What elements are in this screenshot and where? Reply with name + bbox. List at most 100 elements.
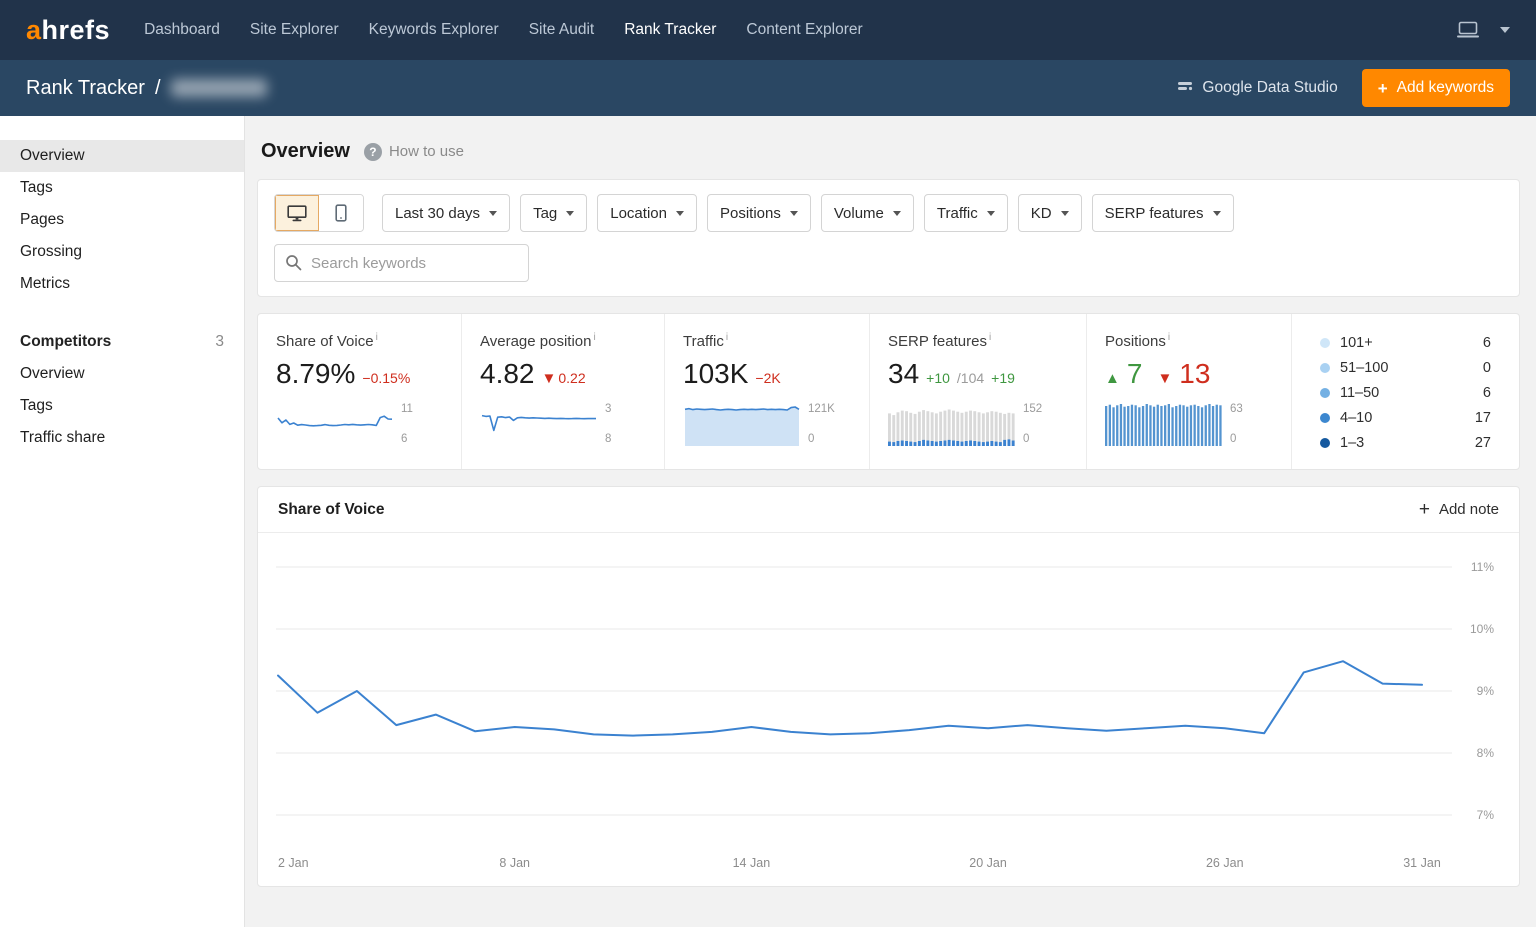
mobile-icon: [335, 204, 347, 222]
sidebar-item-pages[interactable]: Pages: [0, 204, 244, 236]
add-keywords-button[interactable]: + Add keywords: [1361, 69, 1510, 107]
legend-value: 6: [1482, 384, 1491, 401]
search-icon: [285, 254, 302, 276]
sidebar-competitors-item-overview[interactable]: Overview: [0, 358, 244, 390]
chevron-down-icon: [675, 210, 684, 216]
filter-label: SERP features: [1104, 204, 1204, 222]
plus-icon: +: [1418, 499, 1430, 520]
breadcrumb-separator: /: [154, 76, 161, 99]
sidebar-item-tags[interactable]: Tags: [0, 172, 244, 204]
filter-tag[interactable]: Tag: [520, 194, 588, 232]
desktop-app-icon[interactable]: [1456, 21, 1480, 39]
how-to-use-label: How to use: [388, 143, 464, 160]
how-to-use-link[interactable]: ? How to use: [363, 142, 464, 161]
nav-item-site-audit[interactable]: Site Audit: [529, 21, 595, 39]
filter-positions[interactable]: Positions: [706, 194, 811, 232]
chevron-down-icon: [789, 210, 798, 216]
legend-row-11-50[interactable]: 11–50 6: [1320, 380, 1491, 405]
project-name-blurred[interactable]: [170, 79, 267, 97]
sidebar-item-metrics[interactable]: Metrics: [0, 268, 244, 300]
filter-kd[interactable]: KD: [1017, 194, 1082, 232]
x-axis-tick: 26 Jan: [1206, 856, 1244, 870]
nav-item-content-explorer[interactable]: Content Explorer: [746, 21, 862, 39]
account-chevron-down-icon[interactable]: [1500, 27, 1510, 33]
metric-card-serp-features[interactable]: SERP features i 34 +10/104 +19 152 0: [870, 314, 1087, 469]
legend-label: 51–100: [1340, 359, 1389, 376]
share-of-voice-panel: Share of Voice + Add note 11% 10% 9% 8% 7% 2 …: [257, 486, 1520, 887]
x-axis-tick: 8 Jan: [499, 856, 530, 870]
metric-card-average-position[interactable]: Average position i 4.82 ▼ 0.22 3 8: [462, 314, 665, 469]
legend-dot: [1320, 337, 1330, 348]
chart-title: Share of Voice: [278, 500, 385, 518]
sparkline-max-label: 11: [401, 403, 413, 415]
sparkline-min-label: 8: [605, 433, 612, 445]
filter-label: KD: [1030, 204, 1052, 222]
filter-label: Positions: [719, 204, 781, 222]
help-icon: ?: [363, 142, 382, 161]
sidebar-item-overview[interactable]: Overview: [0, 140, 244, 172]
x-axis-tick: 31 Jan: [1403, 856, 1441, 870]
metric-delta: +10: [926, 370, 950, 386]
sidebar-competitors-item-tags[interactable]: Tags: [0, 390, 244, 422]
metric-value-row: ▲ 7 ▼ 13: [1105, 358, 1273, 390]
y-axis-tick: 10%: [1470, 622, 1494, 636]
metric-card-title: Share of Voice i: [276, 332, 378, 350]
legend-row-4-10[interactable]: 4–10 17: [1320, 405, 1491, 430]
breadcrumb: Rank Tracker /: [26, 77, 267, 100]
info-icon: i: [1167, 332, 1171, 343]
filter-volume[interactable]: Volume: [820, 194, 914, 232]
legend-dot: [1320, 362, 1330, 373]
filter-last-30-days[interactable]: Last 30 days: [382, 194, 511, 232]
nav-item-dashboard[interactable]: Dashboard: [144, 21, 220, 39]
positions-down-value: 13: [1179, 358, 1211, 389]
up-triangle-icon: ▲: [1105, 370, 1120, 387]
google-data-studio-link[interactable]: Google Data Studio: [1177, 79, 1338, 97]
legend-row-101[interactable]: 101+ 6: [1320, 330, 1491, 355]
metric-value-row: 34 +10/104 +19: [888, 358, 1068, 390]
search-keywords-input[interactable]: [274, 244, 529, 282]
sparkline-traffic: [684, 406, 800, 446]
desktop-icon: [287, 204, 307, 221]
sidebar-item-grossing[interactable]: Grossing: [0, 236, 244, 268]
x-axis-tick: 20 Jan: [969, 856, 1007, 870]
nav-item-keywords-explorer[interactable]: Keywords Explorer: [369, 21, 499, 39]
info-icon: i: [375, 332, 378, 343]
desktop-toggle-button[interactable]: [275, 195, 319, 231]
legend-label: 4–10: [1340, 409, 1373, 426]
nav-item-rank-tracker[interactable]: Rank Tracker: [624, 21, 716, 39]
page-title: Rank Tracker: [26, 76, 145, 99]
add-note-button[interactable]: + Add note: [1419, 500, 1499, 519]
sidebar-competitors-item-traffic-share[interactable]: Traffic share: [0, 422, 244, 454]
chevron-down-icon: [986, 210, 995, 216]
legend-row-51-100[interactable]: 51–100 0: [1320, 355, 1491, 380]
legend-dot: [1320, 387, 1330, 398]
ahrefs-logo[interactable]: ahrefs: [26, 15, 110, 46]
sparkline-row: 63 0: [1105, 402, 1273, 446]
add-note-label: Add note: [1438, 501, 1499, 518]
sparkline-row: 152 0: [888, 402, 1068, 446]
chevron-down-icon: [489, 210, 498, 216]
sparkline-max-label: 121K: [808, 403, 835, 415]
sparkline-scale-labels: 121K 0: [808, 402, 835, 446]
sparkline-average-position: [481, 414, 596, 432]
metric-card-share-of-voice[interactable]: Share of Voice i 8.79% −0.15% 11 6: [258, 314, 462, 469]
share-of-voice-chart[interactable]: 11% 10% 9% 8% 7% 2 Jan 8 Jan 14 Jan 20 Jan 26 Jan…: [276, 545, 1498, 877]
sparkline-max-label: 152: [1023, 403, 1043, 415]
metric-value: 4.82: [480, 358, 535, 389]
sidebar-competitors-heading: Competitors 3: [0, 326, 244, 358]
metric-card-traffic[interactable]: Traffic i 103K −2K 121K 0: [665, 314, 870, 469]
mobile-toggle-button[interactable]: [319, 195, 363, 231]
metric-value: 34: [888, 358, 920, 389]
nav-item-site-explorer[interactable]: Site Explorer: [250, 21, 339, 39]
filter-serp-features[interactable]: SERP features: [1091, 194, 1234, 232]
legend-row-1-3[interactable]: 1–3 27: [1320, 430, 1491, 455]
filter-location[interactable]: Location: [597, 194, 697, 232]
competitors-count-badge: 3: [215, 333, 224, 350]
device-toggle: [274, 194, 364, 232]
filter-traffic[interactable]: Traffic: [923, 194, 1008, 232]
metric-card-positions[interactable]: Positions i ▲ 7 ▼ 13 63 0: [1087, 314, 1292, 469]
chevron-down-icon: [1060, 210, 1069, 216]
metric-card-title: Traffic i: [683, 332, 729, 350]
add-keywords-label: Add keywords: [1396, 79, 1494, 96]
metric-card-title: Average position i: [480, 332, 596, 350]
